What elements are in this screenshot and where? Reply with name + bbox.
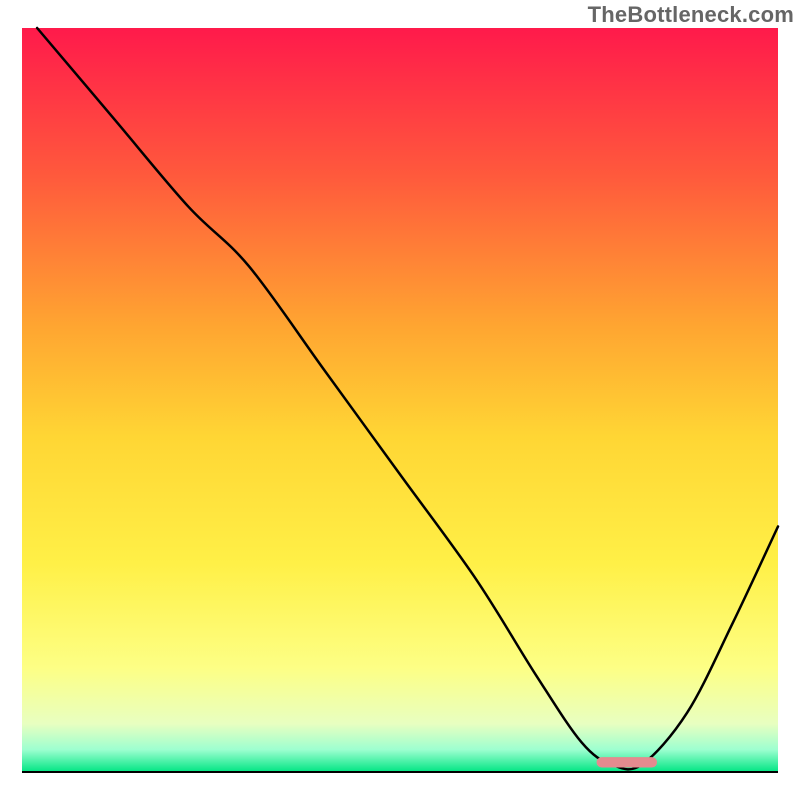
gradient-background	[22, 28, 778, 772]
chart-svg	[0, 0, 800, 800]
watermark-text: TheBottleneck.com	[588, 2, 794, 28]
plot-area	[22, 28, 778, 772]
chart-container: TheBottleneck.com	[0, 0, 800, 800]
optimal-range-marker	[597, 757, 657, 767]
